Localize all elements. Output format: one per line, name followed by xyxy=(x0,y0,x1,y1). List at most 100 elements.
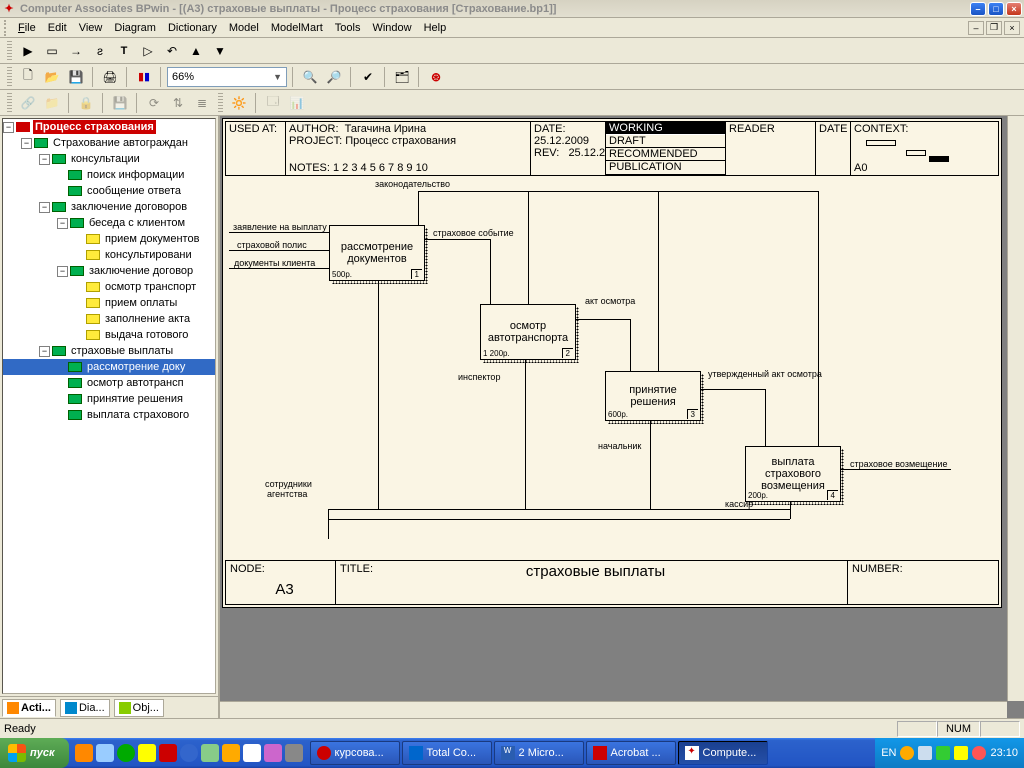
tab-diagrams[interactable]: Dia... xyxy=(60,699,110,717)
tree-item[interactable]: заполнение акта xyxy=(103,312,192,326)
activity-box-1[interactable]: рассмотрение документов 500р.1 xyxy=(329,225,425,281)
menu-model[interactable]: Model xyxy=(223,20,265,36)
mdi-restore-button[interactable]: ❐ xyxy=(986,21,1002,35)
tree-item[interactable]: консультации xyxy=(69,152,142,166)
tree-item[interactable]: выплата страхового xyxy=(85,408,191,422)
help-icon[interactable]: ⊛ xyxy=(425,66,447,88)
undo-icon[interactable]: ↶ xyxy=(161,40,183,62)
menu-dictionary[interactable]: Dictionary xyxy=(162,20,223,36)
start-button[interactable]: пуск xyxy=(0,738,69,768)
mm-save-icon[interactable]: 💾 xyxy=(109,92,131,114)
taskbar-task-active[interactable]: ✦Compute... xyxy=(678,741,768,765)
ql-icon[interactable] xyxy=(180,744,198,762)
mm-merge-icon[interactable]: ⇅ xyxy=(167,92,189,114)
collapse-icon[interactable]: − xyxy=(57,218,68,229)
ql-icon[interactable] xyxy=(96,744,114,762)
model-tree[interactable]: −Процесс страхования −Страхование автогр… xyxy=(2,118,216,694)
activity-box-2[interactable]: осмотравтотранспорта 1 200р.2 xyxy=(480,304,576,360)
horizontal-scrollbar[interactable] xyxy=(220,701,1007,718)
collapse-icon[interactable]: − xyxy=(39,202,50,213)
tree-item[interactable]: консультировани xyxy=(103,248,194,262)
activity-box-4[interactable]: выплатастраховоговозмещения 200р.4 xyxy=(745,446,841,502)
tab-objects[interactable]: Obj... xyxy=(114,699,164,717)
menu-tools[interactable]: Tools xyxy=(329,20,367,36)
mdi-close-button[interactable]: × xyxy=(1004,21,1020,35)
tree-item[interactable]: Страхование автограждан xyxy=(51,136,190,150)
tray-icon[interactable] xyxy=(972,746,986,760)
activity-box-3[interactable]: принятие решения 600р.3 xyxy=(605,371,701,421)
zoom-fit-icon[interactable]: 🔎 xyxy=(323,66,345,88)
menu-edit[interactable]: Edit xyxy=(42,20,73,36)
menu-help[interactable]: Help xyxy=(418,20,453,36)
taskbar-task[interactable]: Acrobat ... xyxy=(586,741,676,765)
taskbar-task[interactable]: Total Co... xyxy=(402,741,492,765)
taskbar-task[interactable]: W2 Micro... xyxy=(494,741,584,765)
tray-icon[interactable] xyxy=(936,746,950,760)
zoom-in-icon[interactable]: 🔍 xyxy=(299,66,321,88)
collapse-icon[interactable]: − xyxy=(39,346,50,357)
ql-icon[interactable] xyxy=(243,744,261,762)
up-icon[interactable]: ▲ xyxy=(185,40,207,62)
tree-item[interactable]: прием оплаты xyxy=(103,296,179,310)
mm-connect-icon[interactable]: 🔗 xyxy=(17,92,39,114)
open-icon[interactable]: 📂 xyxy=(41,66,63,88)
minimize-button[interactable]: – xyxy=(970,2,986,16)
save-icon[interactable]: 💾 xyxy=(65,66,87,88)
text-tool-icon[interactable]: T xyxy=(113,40,135,62)
arrow-tool-icon[interactable]: → xyxy=(65,40,87,62)
mm-open-icon[interactable]: 📁 xyxy=(41,92,63,114)
ql-icon[interactable] xyxy=(222,744,240,762)
tree-item[interactable]: выдача готового xyxy=(103,328,190,342)
collapse-icon[interactable]: − xyxy=(21,138,32,149)
ql-icon[interactable] xyxy=(117,744,135,762)
collapse-icon[interactable]: − xyxy=(3,122,14,133)
tree-item[interactable]: заключение договор xyxy=(87,264,195,278)
menu-file[interactable]: File xyxy=(12,20,42,36)
go-next-icon[interactable]: ▷ xyxy=(137,40,159,62)
mdi-minimize-button[interactable]: – xyxy=(968,21,984,35)
tree-item-selected[interactable]: рассмотрение доку xyxy=(85,360,187,374)
ql-icon[interactable] xyxy=(264,744,282,762)
pointer-tool-icon[interactable]: ▶ xyxy=(17,40,39,62)
collapse-icon[interactable]: − xyxy=(57,266,68,277)
tree-item[interactable]: сообщение ответа xyxy=(85,184,183,198)
ql-icon[interactable] xyxy=(159,744,177,762)
mm-sync-icon[interactable]: ⟳ xyxy=(143,92,165,114)
ql-icon[interactable] xyxy=(201,744,219,762)
collapse-icon[interactable]: − xyxy=(39,154,50,165)
tab-activities[interactable]: Acti... xyxy=(2,699,56,717)
menu-window[interactable]: Window xyxy=(366,20,417,36)
new-icon[interactable]: 🗋 xyxy=(17,66,39,88)
tray-icon[interactable] xyxy=(954,746,968,760)
close-button[interactable]: × xyxy=(1006,2,1022,16)
ql-icon[interactable] xyxy=(285,744,303,762)
print-icon[interactable]: 🖨 xyxy=(99,66,121,88)
tray-icon[interactable] xyxy=(900,746,914,760)
tray-icon[interactable] xyxy=(918,746,932,760)
mm-lock-icon[interactable]: 🔒 xyxy=(75,92,97,114)
tree-item[interactable]: заключение договоров xyxy=(69,200,189,214)
tree-item[interactable]: осмотр автотрансп xyxy=(85,376,186,390)
activity-tool-icon[interactable]: ▭ xyxy=(41,40,63,62)
squiggle-tool-icon[interactable]: ƨ xyxy=(89,40,111,62)
tree-item[interactable]: поиск информации xyxy=(85,168,186,182)
mm-diff-icon[interactable]: ≣ xyxy=(191,92,213,114)
menu-view[interactable]: View xyxy=(73,20,109,36)
model-explorer-icon[interactable]: 🗂 xyxy=(391,66,413,88)
tree-item[interactable]: беседа с клиентом xyxy=(87,216,187,230)
tree-root[interactable]: Процесс страхования xyxy=(33,120,156,134)
ql-icon[interactable] xyxy=(75,744,93,762)
down-icon[interactable]: ▼ xyxy=(209,40,231,62)
tree-item[interactable]: страховые выплаты xyxy=(69,344,175,358)
tree-item[interactable]: осмотр транспорт xyxy=(103,280,198,294)
vertical-scrollbar[interactable] xyxy=(1007,116,1024,701)
language-indicator[interactable]: EN xyxy=(881,747,896,759)
taskbar-task[interactable]: курсова... xyxy=(310,741,400,765)
menu-diagram[interactable]: Diagram xyxy=(108,20,162,36)
diagram-canvas[interactable]: USED AT: AUTHOR: Тагачина Ирина PROJECT:… xyxy=(220,116,1024,718)
mm-highlight-icon[interactable]: 🔆 xyxy=(228,92,250,114)
tree-item[interactable]: принятие решения xyxy=(85,392,185,406)
ql-icon[interactable] xyxy=(138,744,156,762)
spellcheck-icon[interactable]: ✔ xyxy=(357,66,379,88)
tree-item[interactable]: прием документов xyxy=(103,232,201,246)
